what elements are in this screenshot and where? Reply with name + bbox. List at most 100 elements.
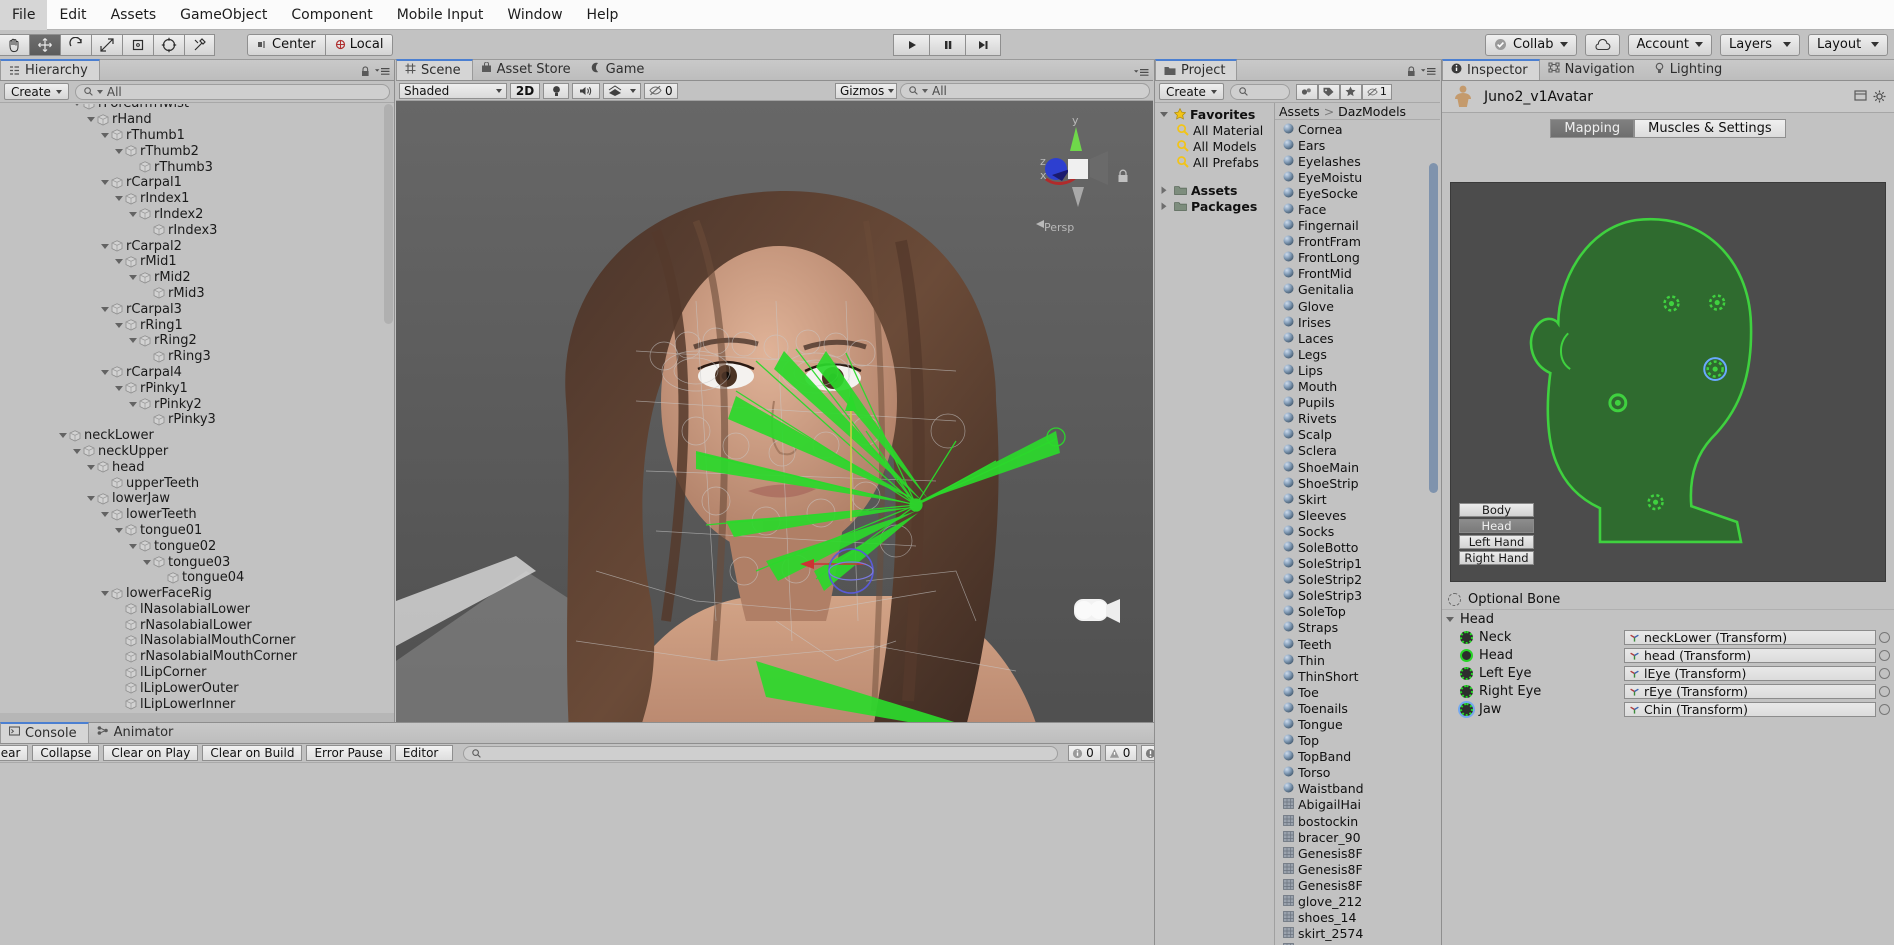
project-asset-row[interactable]: Socks — [1275, 523, 1440, 539]
hierarchy-item[interactable]: rRing1 — [0, 317, 394, 333]
collab-button[interactable]: Collab — [1485, 33, 1577, 56]
2d-toggle-button[interactable]: 2D — [510, 82, 540, 99]
hierarchy-item[interactable]: tongue04 — [0, 570, 394, 586]
project-asset-row[interactable]: Rivets — [1275, 411, 1440, 427]
menu-item-file[interactable]: File — [0, 0, 48, 30]
project-asset-row[interactable]: Tongue — [1275, 716, 1440, 732]
console-warning-count[interactable]: 0 — [1104, 745, 1138, 761]
project-asset-row[interactable]: Thin — [1275, 652, 1440, 668]
bone-status-icon[interactable] — [1460, 666, 1473, 680]
project-scrollbar[interactable] — [1429, 163, 1438, 493]
project-asset-row[interactable]: Top — [1275, 733, 1440, 749]
project-asset-row[interactable]: SoleStrip2 — [1275, 572, 1440, 588]
hierarchy-item[interactable]: head — [0, 459, 394, 475]
hierarchy-item[interactable]: rRing2 — [0, 333, 394, 349]
hierarchy-tree[interactable]: rForearmTwistrHandrThumb1rThumb2rThumb3r… — [0, 104, 394, 722]
project-asset-row[interactable]: Genesis8F — [1275, 861, 1440, 877]
chevron-down-icon[interactable] — [128, 209, 139, 220]
project-asset-row[interactable]: ThinShort — [1275, 668, 1440, 684]
body-part-body-button[interactable]: Body — [1459, 503, 1534, 517]
project-asset-row[interactable]: glove_212 — [1275, 894, 1440, 910]
hierarchy-item[interactable]: rMid2 — [0, 270, 394, 286]
rotate-tool-button[interactable] — [60, 33, 91, 56]
bone-object-field[interactable]: rEye (Transform) — [1624, 683, 1876, 699]
step-button[interactable] — [965, 33, 1001, 56]
hierarchy-item[interactable]: rRing3 — [0, 349, 394, 365]
pause-button[interactable] — [929, 33, 965, 56]
project-asset-row[interactable]: Fingernail — [1275, 218, 1440, 234]
project-asset-row[interactable]: Lips — [1275, 362, 1440, 378]
hierarchy-item[interactable]: rCarpal4 — [0, 365, 394, 381]
chevron-down-icon[interactable] — [142, 557, 153, 568]
chevron-right-icon[interactable] — [1159, 201, 1170, 212]
play-button[interactable] — [893, 33, 929, 56]
project-asset-row[interactable]: ShoeStrip — [1275, 475, 1440, 491]
project-asset-row[interactable]: FrontLong — [1275, 250, 1440, 266]
project-asset-row[interactable]: FrontFram — [1275, 234, 1440, 250]
layers-button[interactable]: Layers — [1720, 33, 1800, 56]
hierarchy-item[interactable]: tongue01 — [0, 523, 394, 539]
chevron-down-icon[interactable] — [128, 399, 139, 410]
console-log-area[interactable] — [0, 763, 1177, 945]
hierarchy-scrollbar[interactable] — [384, 104, 393, 324]
head-section-header[interactable]: Head — [1442, 610, 1894, 628]
hierarchy-item[interactable]: rCarpal1 — [0, 175, 394, 191]
hierarchy-item[interactable]: rNasolabialLower — [0, 617, 394, 633]
hierarchy-item[interactable]: rCarpal2 — [0, 238, 394, 254]
bone-object-field[interactable]: Chin (Transform) — [1624, 701, 1876, 717]
hierarchy-item[interactable]: rIndex2 — [0, 207, 394, 223]
hierarchy-item[interactable]: neckUpper — [0, 444, 394, 460]
lock-icon[interactable] — [361, 66, 370, 77]
tab-asset-store[interactable]: Asset Store — [473, 59, 582, 80]
project-asset-row[interactable]: Face — [1275, 201, 1440, 217]
chevron-down-icon[interactable] — [114, 525, 125, 536]
chevron-down-icon[interactable] — [100, 588, 111, 599]
object-picker-icon[interactable] — [1879, 667, 1890, 679]
console-log-count[interactable]: 0 — [1068, 745, 1101, 761]
hierarchy-item[interactable]: rForearmTwist — [0, 104, 394, 112]
project-asset-row[interactable]: EyeSocke — [1275, 185, 1440, 201]
tab-inspector[interactable]: Inspector — [1442, 59, 1540, 80]
lock-icon[interactable] — [1407, 66, 1416, 77]
hierarchy-item[interactable]: lLipCorner — [0, 665, 394, 681]
project-asset-row[interactable]: SoleStrip3 — [1275, 588, 1440, 604]
project-tree-column[interactable]: Favorites All Material All Models All Prefa… — [1155, 103, 1275, 945]
menu-item-assets[interactable]: Assets — [99, 0, 169, 30]
hierarchy-item[interactable]: lowerTeeth — [0, 507, 394, 523]
project-asset-row[interactable]: AbigailHai — [1275, 797, 1440, 813]
chevron-down-icon[interactable] — [100, 177, 111, 188]
project-asset-row[interactable]: Toenails — [1275, 700, 1440, 716]
project-search-input[interactable] — [1229, 83, 1290, 100]
console-editor-button[interactable]: Editor — [394, 745, 454, 761]
project-asset-row[interactable]: Laces — [1275, 330, 1440, 346]
lighting-toggle-button[interactable] — [543, 82, 569, 99]
object-picker-icon[interactable] — [1879, 631, 1890, 643]
mapping-tab-mapping[interactable]: Mapping — [1550, 118, 1635, 138]
fx-toggle-button[interactable] — [603, 82, 641, 99]
chevron-down-icon[interactable] — [100, 130, 111, 141]
chevron-down-icon[interactable] — [128, 335, 139, 346]
project-asset-row[interactable]: ShoeMain — [1275, 459, 1440, 475]
account-button[interactable]: Account — [1627, 33, 1712, 56]
hierarchy-item[interactable]: rMid1 — [0, 254, 394, 270]
pivot-rotation-button[interactable]: Local — [325, 33, 394, 56]
project-breadcrumb[interactable]: Assets > DazModels — [1275, 103, 1440, 120]
console-error-pause-button[interactable]: Error Pause — [306, 745, 391, 761]
chevron-down-icon[interactable] — [72, 104, 83, 109]
filter-label-button[interactable] — [1317, 83, 1340, 100]
hierarchy-item[interactable]: lLipLowerOuter — [0, 680, 394, 696]
bone-status-icon[interactable] — [1460, 648, 1473, 662]
project-asset-row[interactable]: Sleeves — [1275, 507, 1440, 523]
tab-scene[interactable]: Scene — [396, 59, 473, 80]
project-asset-row[interactable]: Irises — [1275, 314, 1440, 330]
hierarchy-item[interactable]: tongue02 — [0, 538, 394, 554]
bone-status-icon[interactable] — [1460, 702, 1473, 716]
hierarchy-item[interactable]: lLipLowerInner — [0, 696, 394, 712]
chevron-down-icon[interactable] — [128, 541, 139, 552]
tab-console[interactable]: Console — [0, 722, 89, 743]
scale-tool-button[interactable] — [91, 33, 122, 56]
body-part-right-hand-button[interactable]: Right Hand — [1459, 551, 1534, 565]
bone-object-field[interactable]: head (Transform) — [1624, 647, 1876, 663]
chevron-down-icon[interactable] — [86, 114, 97, 125]
gear-icon[interactable] — [1873, 90, 1886, 103]
